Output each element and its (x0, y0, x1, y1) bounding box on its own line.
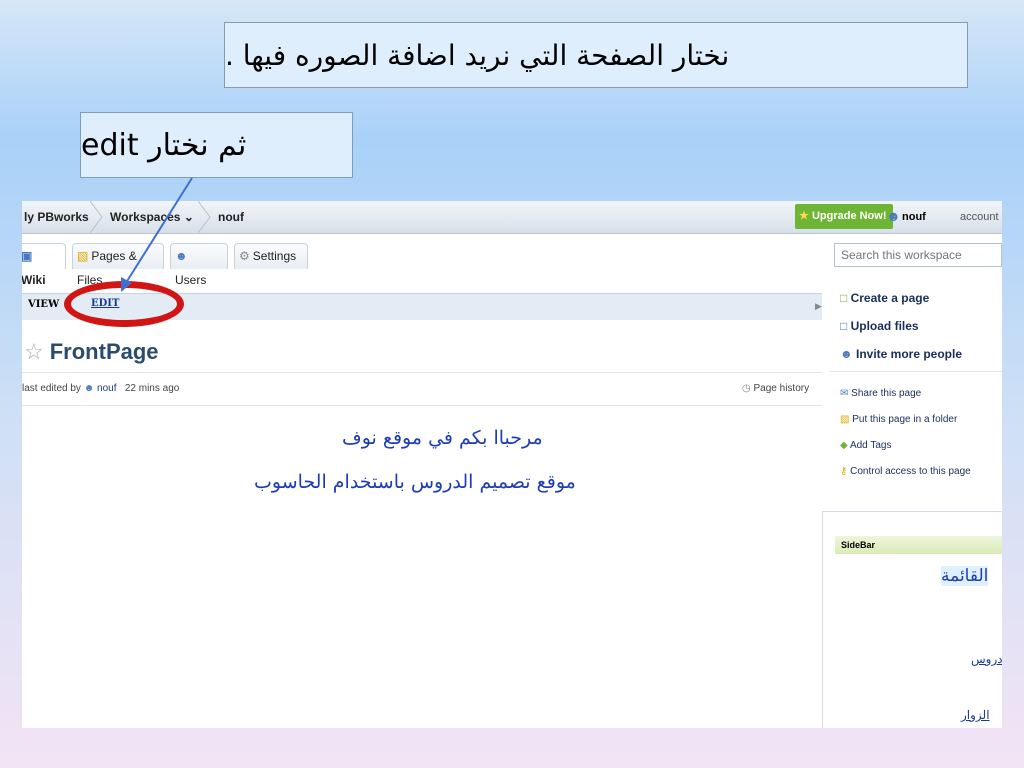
welcome-text: مرحباا بكم في موقع نوف (342, 427, 543, 449)
add-tags-link[interactable]: ◆ Add Tags (840, 440, 891, 451)
upgrade-label: Upgrade Now! (811, 210, 887, 222)
wiki-icon: ▣ (22, 249, 33, 263)
editor-link[interactable]: nouf (97, 383, 116, 394)
star-icon: ★ (799, 210, 809, 222)
top-navigation-bar: ly PBworks Workspaces ⌄ nouf ★ Upgrade N… (22, 201, 1002, 234)
main-tabs: ▣Wiki ▧ Pages & Files ☻Users ⚙ Settings (22, 241, 822, 287)
folder-icon: ▧ (840, 414, 850, 425)
menu-link-visitors[interactable]: الزوار (961, 708, 990, 722)
menu-link-lessons[interactable]: دروس (971, 652, 1002, 666)
people-icon: ☻ (840, 347, 853, 361)
tab-settings[interactable]: ⚙ Settings (234, 243, 308, 269)
create-page-link[interactable]: □ Create a page (840, 291, 929, 305)
page-meta-bar: last edited by ☻ nouf 22 mins ago ◷ Page… (22, 372, 822, 406)
workspaces-menu[interactable]: Workspaces ⌄ (110, 201, 194, 233)
upgrade-button[interactable]: ★ Upgrade Now! (795, 204, 893, 229)
tag-icon: ◆ (840, 440, 848, 451)
user-icon: ☻ (175, 249, 188, 263)
new-page-icon: □ (840, 291, 848, 305)
workspace-name[interactable]: nouf (218, 201, 244, 233)
instruction-step2-text: ثم نختار edit (81, 127, 247, 163)
pbworks-screenshot: ly PBworks Workspaces ⌄ nouf ★ Upgrade N… (22, 201, 1002, 728)
upload-icon: □ (840, 319, 848, 333)
tab-users[interactable]: ☻Users (170, 243, 228, 287)
search-input[interactable] (834, 243, 1002, 267)
tab-wiki[interactable]: ▣Wiki (22, 243, 66, 287)
key-icon: ⚷ (840, 466, 848, 477)
instruction-step2-box: ثم نختار edit (80, 112, 353, 178)
site-description-text: موقع تصميم الدروس باستخدام الحاسوب (254, 471, 576, 493)
page-title: ☆ FrontPage (24, 339, 159, 364)
breadcrumb-separator-icon (90, 201, 103, 233)
tab-pages-files[interactable]: ▧ Pages & Files (72, 243, 164, 287)
view-tab[interactable]: VIEW (28, 299, 59, 310)
folder-icon: ▧ (77, 249, 89, 263)
view-edit-bar: VIEW EDIT ▶ (22, 293, 822, 320)
control-access-link[interactable]: ⚷ Control access to this page (840, 466, 971, 477)
put-in-folder-link[interactable]: ▧ Put this page in a folder (840, 414, 957, 425)
page-history-link[interactable]: ◷ Page history (742, 383, 809, 394)
brand-link[interactable]: ly PBworks (24, 201, 89, 233)
clock-icon: ◷ (742, 383, 751, 394)
instruction-step1-text: نختار الصفحة التي نريد اضافة الصوره فيها… (225, 38, 730, 72)
chevron-right-icon[interactable]: ▶ (815, 301, 822, 312)
user-name-link[interactable]: nouf (902, 201, 926, 233)
upload-files-link[interactable]: □ Upload files (840, 319, 919, 333)
edit-link[interactable]: EDIT (91, 298, 119, 309)
share-page-link[interactable]: ✉ Share this page (840, 388, 921, 399)
user-icon: ☻ (83, 383, 95, 394)
last-edited-info: last edited by ☻ nouf 22 mins ago (22, 383, 180, 394)
account-link[interactable]: account (960, 201, 999, 233)
gear-icon: ⚙ (239, 249, 250, 263)
star-icon[interactable]: ☆ (24, 339, 44, 364)
user-icon: ☻ (886, 208, 901, 224)
invite-people-link[interactable]: ☻ Invite more people (840, 347, 962, 361)
breadcrumb-separator-icon (198, 201, 211, 233)
menu-title: القائمة (941, 566, 989, 586)
instruction-step1-box: نختار الصفحة التي نريد اضافة الصوره فيها… (224, 22, 968, 88)
share-icon: ✉ (840, 388, 849, 399)
sidebar-box: SideBar القائمة دروس الزوار (822, 511, 1002, 728)
sidebar-box-title: SideBar (835, 536, 1002, 554)
divider (830, 371, 1002, 372)
